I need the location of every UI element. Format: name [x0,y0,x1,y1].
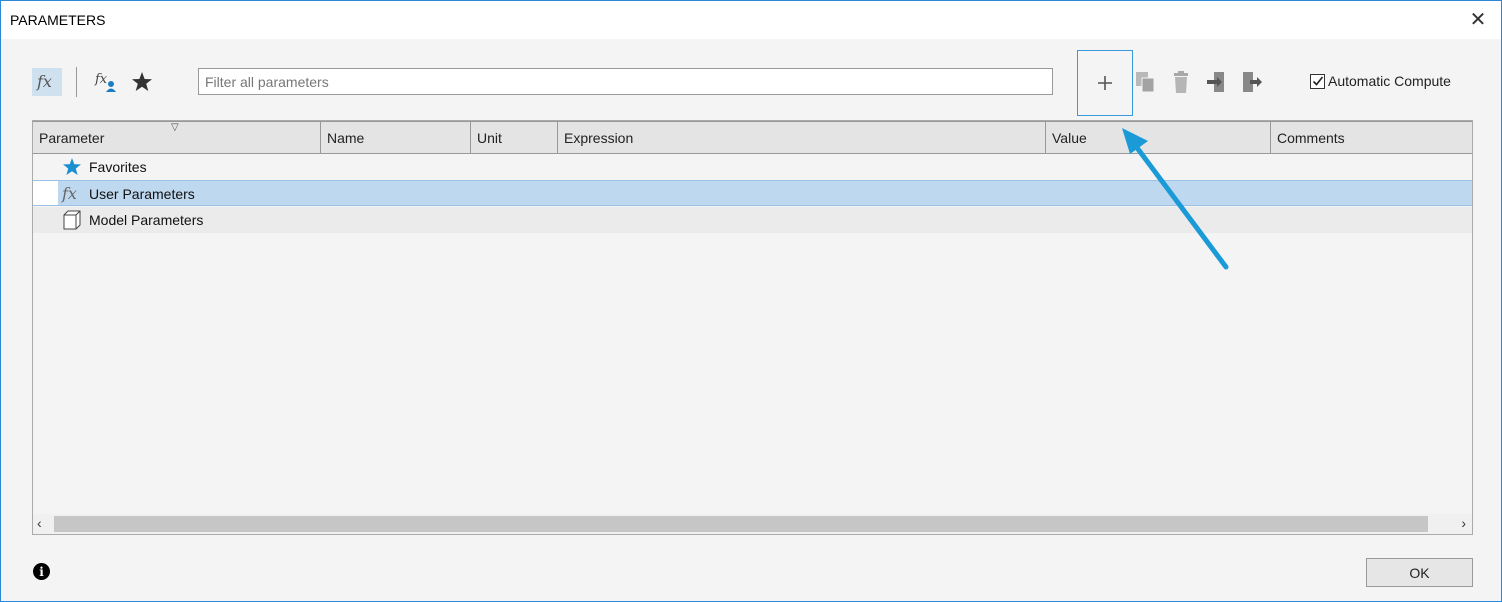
user-parameter-icon[interactable]: fx [93,69,119,95]
horizontal-scrollbar[interactable]: ‹ › [33,514,1472,534]
column-label: Value [1052,130,1087,146]
parameters-dialog: PARAMETERS ✕ fx fx Filter all parameters… [0,0,1502,602]
box-icon [63,210,81,230]
automatic-compute-option[interactable]: Automatic Compute [1310,73,1451,89]
table-header: Parameter ▽ Name Unit Expression Value C… [33,121,1472,154]
all-parameters-filter-button[interactable]: fx [32,68,62,96]
tree-row-favorites[interactable]: Favorites [33,154,1472,180]
parameters-table: Parameter ▽ Name Unit Expression Value C… [32,120,1473,535]
fx-icon: fx [61,184,77,203]
export-icon[interactable] [1239,69,1265,95]
filter-parameters-input[interactable] [198,68,1053,95]
row-label: Favorites [89,159,147,175]
column-label: Expression [564,130,634,146]
column-label: Parameter [39,130,105,146]
checkmark-icon [1312,76,1323,86]
close-button[interactable]: ✕ [1467,9,1489,31]
sort-caret-icon: ▽ [171,122,179,133]
row-indent [33,181,58,205]
column-label: Unit [477,130,502,146]
scroll-right-icon[interactable]: › [1461,515,1466,531]
tree-row-model-parameters[interactable]: Model Parameters [33,207,1472,233]
toolbar-divider [76,67,77,97]
column-header-name[interactable]: Name [321,122,471,154]
tree-row-user-parameters[interactable]: fx User Parameters [33,180,1472,206]
column-header-unit[interactable]: Unit [471,122,558,154]
delete-icon[interactable] [1168,69,1194,95]
column-header-expression[interactable]: Expression [558,122,1046,154]
column-header-value[interactable]: Value [1046,122,1271,154]
star-icon [63,158,81,175]
ok-button[interactable]: OK [1366,558,1473,587]
scrollbar-thumb[interactable] [54,516,1428,532]
row-label: Model Parameters [89,212,204,228]
column-header-parameter[interactable]: Parameter ▽ [33,122,321,154]
svg-text:fx: fx [94,72,108,87]
svg-text:fx: fx [36,72,52,91]
plus-icon [1098,76,1112,90]
toolbar: fx fx Filter all parameters Automatic Co… [1,49,1501,119]
info-icon[interactable]: i [33,563,50,580]
import-icon[interactable] [1204,69,1230,95]
automatic-compute-label: Automatic Compute [1328,73,1451,89]
fx-icon: fx [36,72,52,91]
dialog-title: PARAMETERS [10,12,106,28]
scroll-left-icon[interactable]: ‹ [37,515,42,531]
copy-icon[interactable] [1133,69,1159,95]
row-label: User Parameters [89,186,195,202]
star-icon[interactable] [129,69,155,95]
column-label: Name [327,130,365,146]
column-label: Comments [1277,130,1345,146]
add-user-parameter-button[interactable] [1077,50,1133,116]
column-header-comments[interactable]: Comments [1271,122,1472,154]
svg-text:fx: fx [61,184,77,203]
automatic-compute-checkbox[interactable] [1310,73,1325,89]
titlebar: PARAMETERS ✕ [1,1,1501,39]
